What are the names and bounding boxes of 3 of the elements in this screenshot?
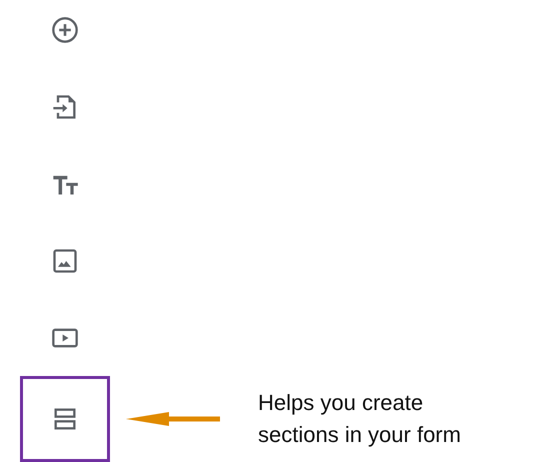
callout-text: Helps you create sections in your form (258, 389, 462, 449)
add-icon[interactable] (51, 16, 79, 44)
image-icon[interactable] (51, 246, 79, 274)
